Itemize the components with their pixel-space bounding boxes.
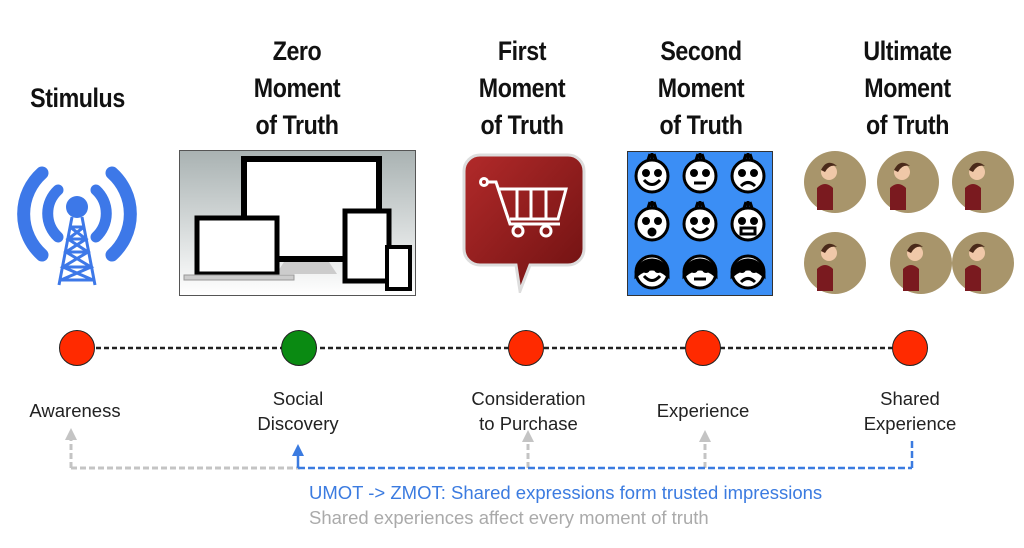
devices-icon	[179, 150, 416, 296]
title-line: of Truth	[866, 110, 949, 140]
title-first-moment: First Moment of Truth	[449, 33, 595, 144]
title-stimulus: Stimulus	[11, 80, 144, 117]
shopping-cart-bubble-icon	[462, 153, 586, 293]
feedback-arrows	[65, 428, 914, 470]
note-shared-experiences: Shared experiences affect every moment o…	[309, 507, 709, 528]
title-line: of Truth	[255, 110, 339, 140]
woman-avatar-icon	[952, 151, 1014, 213]
title-line: Moment	[253, 73, 341, 103]
gray-arrow-head	[522, 430, 534, 442]
woman-avatar-icon	[890, 232, 952, 294]
title-line: Moment	[864, 73, 951, 103]
emoji-faces-grid-icon	[627, 151, 773, 296]
title-line: Stimulus	[30, 83, 125, 113]
title-line: Zero	[272, 36, 322, 66]
emoji-face-icon	[634, 254, 670, 290]
node-social-discovery	[281, 330, 317, 366]
title-line: First	[497, 36, 547, 66]
title-second-moment: Second Moment of Truth	[628, 33, 774, 144]
woman-avatar-icon	[804, 151, 866, 213]
title-line: of Truth	[480, 110, 564, 140]
title-zero-moment: Zero Moment of Truth	[224, 33, 370, 144]
emoji-face-icon	[730, 254, 766, 290]
woman-avatar-icon	[877, 151, 939, 213]
node-experience	[685, 330, 721, 366]
gray-arrow-head	[699, 430, 711, 442]
label-line: Social	[272, 388, 324, 409]
node-awareness	[59, 330, 95, 366]
gray-arrow-head	[65, 428, 77, 440]
woman-avatar-icon	[952, 232, 1014, 294]
title-line: of Truth	[659, 110, 743, 140]
woman-communicating-icon	[804, 151, 1014, 294]
blue-arrow-head	[292, 444, 304, 456]
title-line: Second	[660, 36, 742, 66]
title-line: Ultimate	[863, 36, 952, 66]
label-line: Consideration	[471, 388, 586, 409]
note-umot-zmot: UMOT -> ZMOT: Shared expressions form tr…	[309, 482, 823, 503]
emoji-face-icon	[682, 254, 718, 290]
title-line: Moment	[478, 73, 566, 103]
node-consideration	[508, 330, 544, 366]
title-ultimate-moment: Ultimate Moment of Truth	[832, 33, 983, 144]
node-shared-experience	[892, 330, 928, 366]
title-line: Moment	[657, 73, 745, 103]
label-line: Shared	[880, 388, 940, 409]
woman-avatar-icon	[804, 232, 866, 294]
radio-tower-icon	[17, 166, 137, 286]
